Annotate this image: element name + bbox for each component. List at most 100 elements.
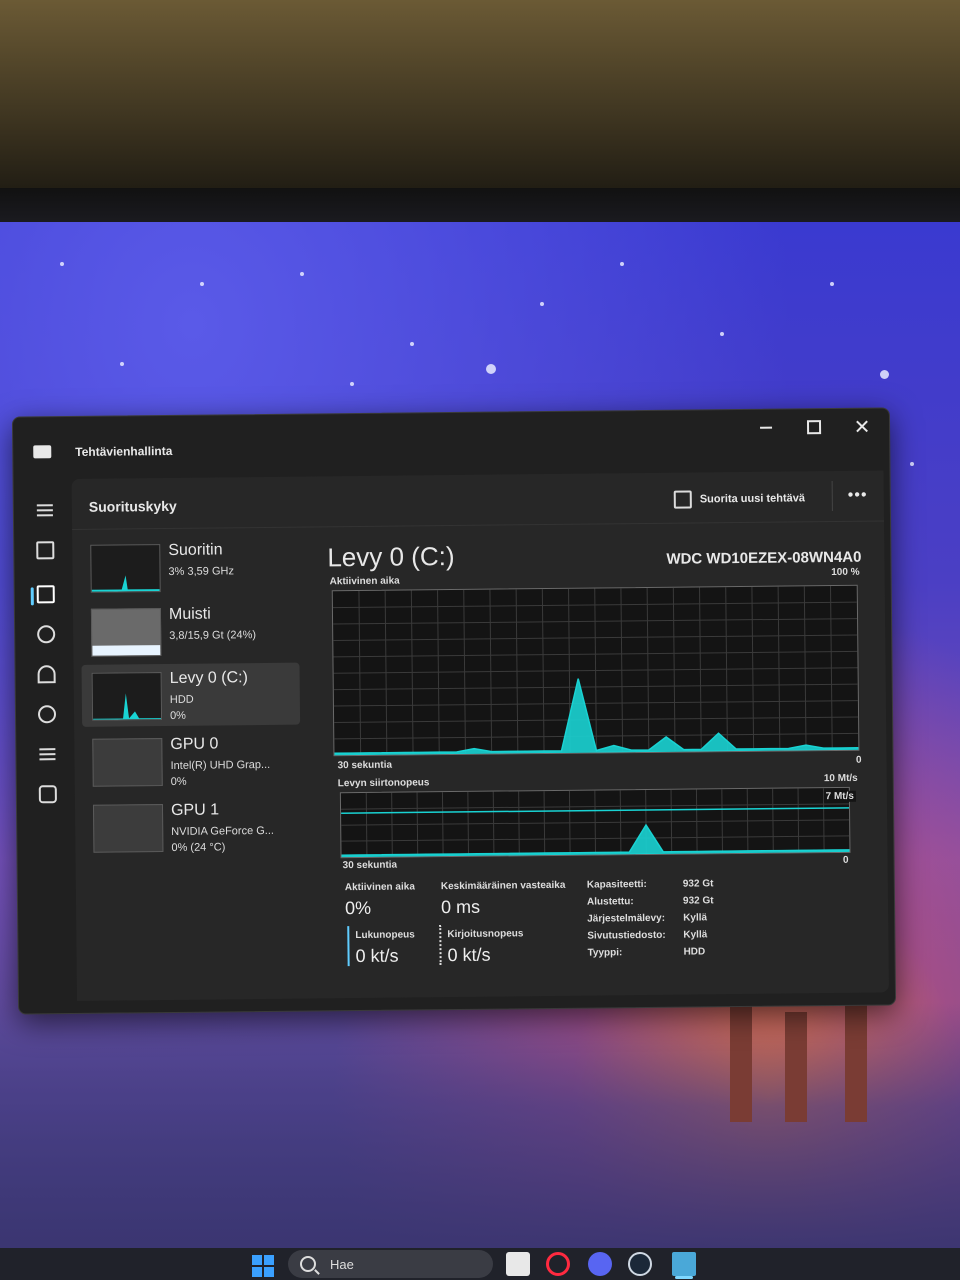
device-name: Suoritin [168,541,223,559]
discord-icon[interactable] [588,1252,612,1276]
device-disk-0[interactable]: Levy 0 (C:) HDD 0% [81,662,301,727]
title-bar[interactable]: Tehtävienhallinta ✕ [13,408,890,477]
active-time-span: 30 sekuntia [337,759,393,772]
transfer-min: 0 [842,854,849,866]
nav-app-history[interactable] [33,621,59,647]
star [120,362,124,366]
nav-processes[interactable] [32,537,58,563]
opera-browser-icon[interactable] [546,1252,570,1276]
task-manager-taskbar-icon[interactable] [672,1252,696,1276]
prop-value: Kyllä [683,912,708,924]
users-icon [37,705,57,724]
prop-value: HDD [683,946,706,958]
prop-key: Alustettu: [586,896,634,908]
taskbar-search[interactable]: Hae [288,1250,493,1278]
run-new-task-label: Suorita uusi tehtävä [699,492,805,506]
star [486,364,496,374]
menu-button[interactable] [32,497,58,523]
star [540,302,544,306]
device-gpu-0[interactable]: GPU 0 Intel(R) UHD Grap... 0% [82,729,301,793]
star [60,262,64,266]
nav-startup[interactable] [33,661,59,687]
gpu1-thumbnail-graph [92,804,164,853]
minimize-button[interactable] [743,413,789,441]
nav-details[interactable] [34,741,60,767]
transfer-span: 30 sekuntia [342,859,398,872]
disk-detail-panel: Levy 0 (C:) WDC WD10EZEX-08WN4A0 Aktiivi… [327,537,872,993]
nav-rail [14,487,79,1008]
more-options-button[interactable]: ••• [848,487,868,505]
close-icon: ✕ [853,416,871,439]
nav-services[interactable] [35,781,61,807]
maximize-button[interactable] [791,413,837,441]
pier-post [785,1012,807,1122]
memory-thumbnail-graph [90,608,162,657]
nav-performance[interactable] [33,581,59,607]
stat-response-label: Keskimääräinen vasteaika [440,879,566,893]
prop-key: Järjestelmälevy: [587,912,666,925]
nav-users[interactable] [34,701,60,727]
transfer-graph [339,786,851,859]
active-time-min: 0 [855,754,862,766]
device-name: GPU 1 [170,801,220,819]
disk-model: WDC WD10EZEX-08WN4A0 [666,548,862,568]
star [910,462,914,466]
pier-post [845,1002,867,1122]
stat-write-value: 0 kt/s [447,944,491,966]
device-usage: HDD 0% [169,693,194,722]
active-time-graph-label: Aktiivinen aika [329,575,400,588]
transfer-chart [340,788,851,858]
processes-icon [36,541,55,560]
pier-post [730,1002,752,1122]
sea [0,1002,960,1250]
task-view-icon[interactable] [506,1252,530,1276]
transfer-line-label: 7 Mt/s [823,790,856,803]
prop-key: Tyyppi: [587,947,623,959]
star [410,342,414,346]
prop-key: Sivutustiedosto: [587,929,666,942]
device-usage: 3% 3,59 GHz [168,565,235,578]
device-usage: 3,8/15,9 Gt (24%) [169,629,257,642]
stat-write-label: Kirjoitusnopeus [447,928,524,941]
star [830,282,834,286]
performance-page: Suorituskyky Suorita uusi tehtävä ••• Su… [71,470,889,1001]
device-list: Suoritin 3% 3,59 GHz Muisti 3,8/15,9 Gt … [80,535,303,854]
device-name: Levy 0 (C:) [169,669,248,687]
device-usage: NVIDIA GeForce G... 0% (24 °C) [171,824,275,854]
active-time-chart [332,586,860,757]
device-gpu-1[interactable]: GPU 1 NVIDIA GeForce G... 0% (24 °C) [83,795,302,859]
active-app-indicator [675,1276,693,1279]
run-new-task-button[interactable]: Suorita uusi tehtävä [673,485,805,512]
star [880,370,889,379]
stat-active-value: 0% [344,897,372,919]
stat-active-label: Aktiivinen aika [344,881,415,894]
windows-logo-icon [252,1255,262,1265]
prop-value: 932 Gt [682,878,714,890]
stat-read-value: 0 kt/s [355,945,399,967]
read-speed-bar [347,926,350,967]
search-label: Hae [330,1256,354,1272]
steam-icon[interactable] [628,1252,652,1276]
device-memory[interactable]: Muisti 3,8/15,9 Gt (24%) [81,599,300,663]
star [620,262,624,266]
active-time-graph [331,584,860,757]
app-title: Tehtävienhallinta [75,443,173,459]
disk-thumbnail-graph [91,672,163,721]
task-manager-icon [33,445,52,459]
device-name: GPU 0 [170,735,219,753]
star [200,282,204,286]
prop-value: 932 Gt [682,895,714,907]
maximize-icon [806,420,822,435]
close-button[interactable]: ✕ [839,412,885,440]
history-icon [37,625,56,644]
details-list-icon [39,745,56,763]
start-button[interactable] [252,1255,274,1277]
hamburger-icon [36,501,53,519]
run-task-icon [673,490,692,509]
performance-icon [36,585,55,604]
room-wall [0,0,960,200]
device-cpu[interactable]: Suoritin 3% 3,59 GHz [80,535,299,599]
active-time-max: 100 % [831,566,860,579]
prop-value: Kyllä [683,929,708,941]
device-usage: Intel(R) UHD Grap... 0% [170,758,271,788]
